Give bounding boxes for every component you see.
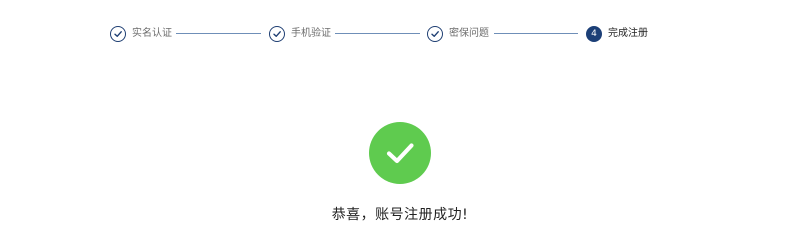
step-done-check-icon <box>269 26 285 42</box>
success-check-icon <box>369 122 431 184</box>
step-done-check-icon <box>427 26 443 42</box>
registration-complete-page: 实名认证 手机验证 密保问题 4 完成注册 恭喜，账号注册成功! <box>0 0 800 240</box>
step-real-name-verification: 实名认证 <box>110 22 172 46</box>
step-label: 完成注册 <box>608 28 648 39</box>
step-label: 实名认证 <box>132 28 172 39</box>
step-connector <box>494 33 578 34</box>
step-security-questions: 密保问题 <box>427 22 489 46</box>
step-label: 手机验证 <box>291 28 331 39</box>
step-connector <box>176 33 261 34</box>
step-done-check-icon <box>110 26 126 42</box>
step-number-badge: 4 <box>586 26 602 42</box>
step-phone-verification: 手机验证 <box>269 22 331 46</box>
success-message: 恭喜，账号注册成功! <box>331 207 469 223</box>
registration-stepper: 实名认证 手机验证 密保问题 4 完成注册 <box>0 22 800 46</box>
step-complete-registration: 4 完成注册 <box>586 22 648 46</box>
step-connector <box>335 33 420 34</box>
step-label: 密保问题 <box>449 28 489 39</box>
